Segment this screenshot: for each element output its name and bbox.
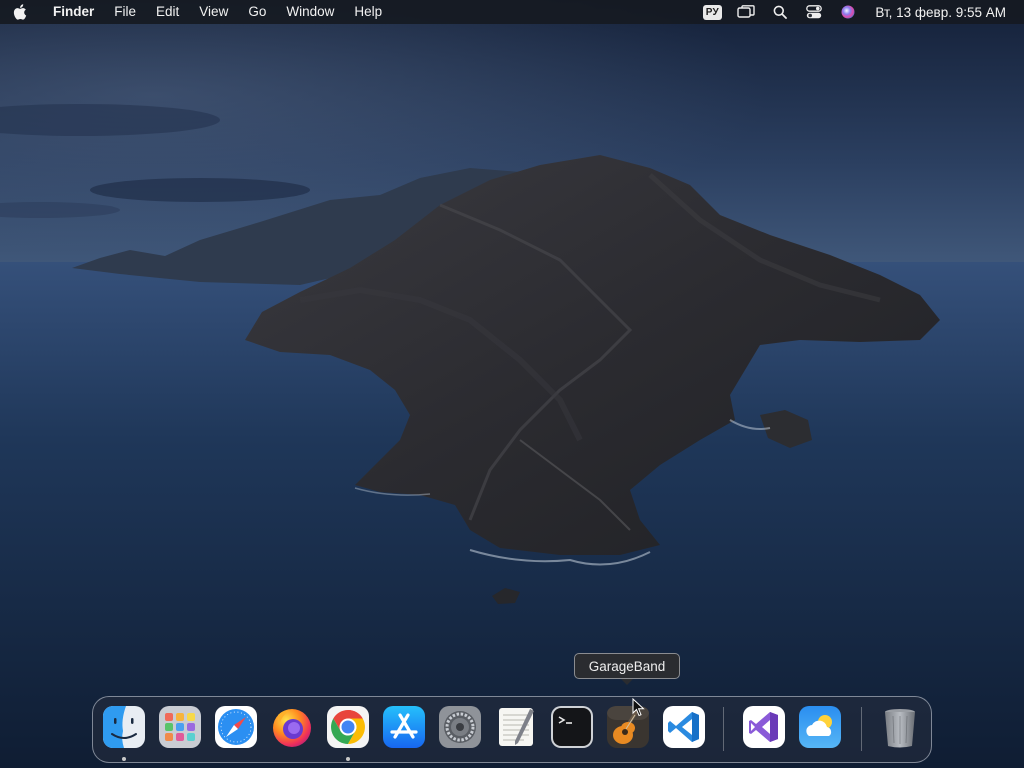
spotlight-search-icon[interactable] xyxy=(763,0,797,24)
dock-tooltip: GarageBand xyxy=(574,653,680,685)
chrome-icon xyxy=(327,706,369,748)
dock-item-visual-studio[interactable] xyxy=(742,705,786,749)
finder-icon xyxy=(103,706,145,748)
dock-item-launchpad[interactable] xyxy=(158,705,202,749)
dock-item-trash[interactable] xyxy=(878,705,922,749)
siri-icon[interactable] xyxy=(831,0,865,24)
dock xyxy=(92,696,932,763)
safari-icon xyxy=(215,706,257,748)
system-preferences-icon xyxy=(439,706,481,748)
menu-window[interactable]: Window xyxy=(276,0,344,24)
menu-bar: Finder File Edit View Go Window Help РУ xyxy=(0,0,1024,24)
apple-menu-icon[interactable] xyxy=(0,0,40,24)
screen-mirroring-icon[interactable] xyxy=(729,0,763,24)
dock-separator xyxy=(861,707,862,751)
menu-edit[interactable]: Edit xyxy=(146,0,189,24)
firefox-icon xyxy=(273,709,311,747)
dock-tooltip-label: GarageBand xyxy=(588,658,666,674)
visual-studio-icon xyxy=(743,706,785,748)
menu-clock[interactable]: Вт, 13 февр. 9:55 AM xyxy=(865,5,1006,20)
dock-item-system-preferences[interactable] xyxy=(438,705,482,749)
menu-app-finder[interactable]: Finder xyxy=(40,0,104,24)
control-center-icon[interactable] xyxy=(797,0,831,24)
dock-item-textedit[interactable] xyxy=(494,705,538,749)
running-indicator-finder xyxy=(122,757,126,761)
menu-go[interactable]: Go xyxy=(238,0,276,24)
running-indicator-chrome xyxy=(346,757,350,761)
trash-icon xyxy=(885,709,915,748)
weather-icon xyxy=(799,706,841,748)
textedit-icon xyxy=(499,708,534,746)
dock-item-chrome[interactable] xyxy=(326,705,370,749)
terminal-icon xyxy=(551,706,593,748)
dock-item-finder[interactable] xyxy=(102,705,146,749)
dock-item-vscode[interactable] xyxy=(662,705,706,749)
dock-item-weather[interactable] xyxy=(798,705,842,749)
launchpad-icon xyxy=(159,706,201,748)
input-source-label: РУ xyxy=(702,4,723,20)
dock-separator xyxy=(723,707,724,751)
app-store-icon xyxy=(383,706,425,748)
desktop-wallpaper xyxy=(0,0,1024,768)
menu-help[interactable]: Help xyxy=(344,0,392,24)
menu-view[interactable]: View xyxy=(189,0,238,24)
vscode-icon xyxy=(663,706,705,748)
menu-file[interactable]: File xyxy=(104,0,146,24)
mouse-cursor-icon xyxy=(632,698,645,717)
dock-item-firefox[interactable] xyxy=(270,705,314,749)
dock-item-terminal[interactable] xyxy=(550,705,594,749)
dock-item-safari[interactable] xyxy=(214,705,258,749)
dock-item-app-store[interactable] xyxy=(382,705,426,749)
input-source-icon[interactable]: РУ xyxy=(695,0,729,24)
